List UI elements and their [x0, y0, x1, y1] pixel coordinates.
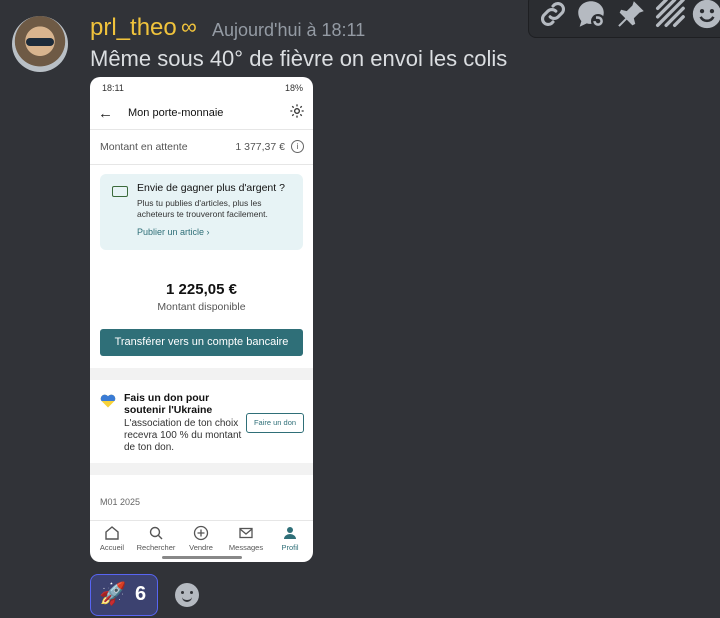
reaction-count: 6 [135, 583, 147, 605]
user-avatar[interactable] [12, 16, 68, 72]
emoji-icon[interactable] [689, 0, 720, 31]
promo-card: Envie de gagner plus d'argent ? Plus tu … [100, 174, 303, 250]
section-divider [90, 463, 313, 475]
search-icon [148, 525, 164, 541]
nav-sell[interactable]: Vendre [179, 525, 223, 552]
donation-title: Fais un don pour soutenir l'Ukraine [124, 392, 213, 416]
nav-sell-label: Vendre [189, 543, 213, 552]
app-icon[interactable] [651, 0, 687, 31]
promo-title: Envie de gagner plus d'argent ? [137, 182, 285, 194]
nav-messages[interactable]: Messages [224, 525, 268, 552]
promo-body: Plus tu publies d'articles, plus les ach… [137, 198, 268, 219]
message-timestamp: Aujourd'hui à 18:11 [212, 20, 366, 40]
available-balance-label: Montant disponible [157, 301, 246, 313]
publish-article-link[interactable]: Publier un article › [137, 227, 210, 237]
link-icon[interactable] [535, 0, 571, 31]
status-time: 18:11 [102, 83, 124, 93]
home-indicator [162, 556, 242, 559]
nav-search[interactable]: Rechercher [134, 525, 178, 552]
battery-percent: 18% [284, 83, 303, 93]
nav-search-label: Rechercher [136, 543, 176, 552]
reply-thread-icon[interactable] [573, 0, 609, 31]
donation-body: L'association de ton choix recevra 100 %… [124, 418, 242, 453]
pending-amount-row: Montant en attente 1 377,37 € i [90, 130, 313, 165]
donation-card: Fais un don pour soutenir l'Ukraine L'as… [90, 380, 313, 463]
nav-profile-label: Profil [281, 543, 299, 552]
status-bar: 18:11 18% [90, 77, 313, 97]
message-text: Même sous 40° de fièvre on envoi les col… [90, 46, 508, 71]
ukraine-heart-icon [100, 394, 116, 408]
home-icon [104, 525, 120, 541]
username[interactable]: prl_theo [90, 14, 177, 42]
mail-icon [238, 525, 254, 541]
add-reaction-icon[interactable] [175, 583, 199, 607]
donate-button[interactable]: Faire un don [246, 413, 304, 433]
month-label: M01 2025 [100, 497, 141, 507]
available-balance: 1 225,05 € [166, 281, 237, 298]
nav-profile[interactable]: Profil [268, 525, 312, 552]
pending-label: Montant en attente [100, 141, 188, 153]
message-toolbar [528, 0, 720, 38]
back-arrow-icon[interactable]: ← [98, 105, 113, 122]
avatar-glasses [26, 38, 54, 46]
pending-amount: 1 377,37 € [235, 141, 285, 153]
settings-gear-icon[interactable] [289, 103, 305, 119]
money-icon [112, 186, 128, 197]
wallet-title: Mon porte-monnaie [128, 107, 224, 119]
rocket-emoji: 🚀 [99, 581, 127, 606]
nav-messages-label: Messages [228, 543, 264, 552]
rocket-reaction[interactable]: 🚀 6 [90, 574, 158, 616]
attached-screenshot[interactable]: 18:11 18% ← Mon porte-monnaie Montant en… [90, 77, 313, 562]
info-icon[interactable]: i [291, 140, 304, 153]
pin-icon[interactable] [613, 0, 649, 31]
wallet-header: ← Mon porte-monnaie [90, 99, 313, 130]
nav-home[interactable]: Accueil [90, 525, 134, 552]
transfer-button[interactable]: Transférer vers un compte bancaire [100, 329, 303, 356]
profile-icon [282, 525, 298, 541]
plus-circle-icon [193, 525, 209, 541]
section-divider [90, 368, 313, 380]
nav-home-label: Accueil [99, 543, 125, 552]
infinity-icon: ∞ [181, 14, 197, 39]
